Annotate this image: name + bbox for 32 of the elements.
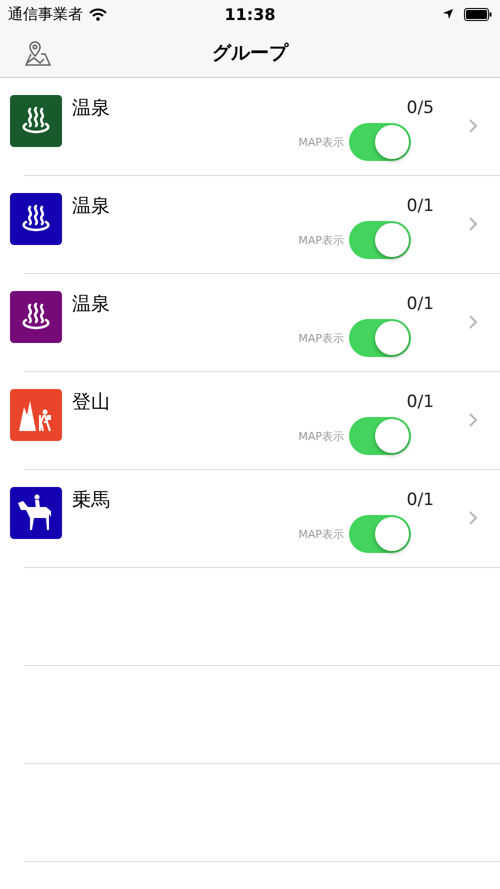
map-toggle[interactable]	[349, 417, 411, 455]
chevron-icon	[468, 412, 478, 428]
chevron-icon	[468, 510, 478, 526]
nav-title: グループ	[212, 40, 288, 66]
battery-icon	[464, 8, 492, 20]
map-toggle-label: MAP表示	[298, 232, 344, 248]
group-count: 0/1	[406, 196, 434, 216]
map-toggle-label: MAP表示	[298, 330, 344, 346]
map-pin-icon[interactable]	[24, 38, 52, 66]
group-name: 温泉	[72, 96, 110, 121]
group-count: 0/5	[406, 98, 434, 118]
group-name: 温泉	[72, 292, 110, 317]
map-toggle-label: MAP表示	[298, 134, 344, 150]
chevron-icon	[468, 118, 478, 134]
group-name: 温泉	[72, 194, 110, 219]
group-count: 0/1	[406, 294, 434, 314]
group-count: 0/1	[406, 490, 434, 510]
map-toggle-label: MAP表示	[298, 526, 344, 542]
location-arrow-icon	[442, 8, 454, 20]
carrier-name: 通信事業者	[8, 4, 83, 24]
clock-time: 11:38	[224, 4, 276, 24]
chevron-icon	[468, 314, 478, 330]
wifi-icon	[89, 8, 107, 20]
map-toggle[interactable]	[349, 221, 411, 259]
map-toggle[interactable]	[349, 123, 411, 161]
chevron-icon	[468, 216, 478, 232]
map-toggle[interactable]	[349, 515, 411, 553]
map-toggle[interactable]	[349, 319, 411, 357]
map-toggle-label: MAP表示	[298, 428, 344, 444]
group-count: 0/1	[406, 392, 434, 412]
group-name: 登山	[72, 390, 110, 415]
group-name: 乗馬	[72, 488, 110, 513]
